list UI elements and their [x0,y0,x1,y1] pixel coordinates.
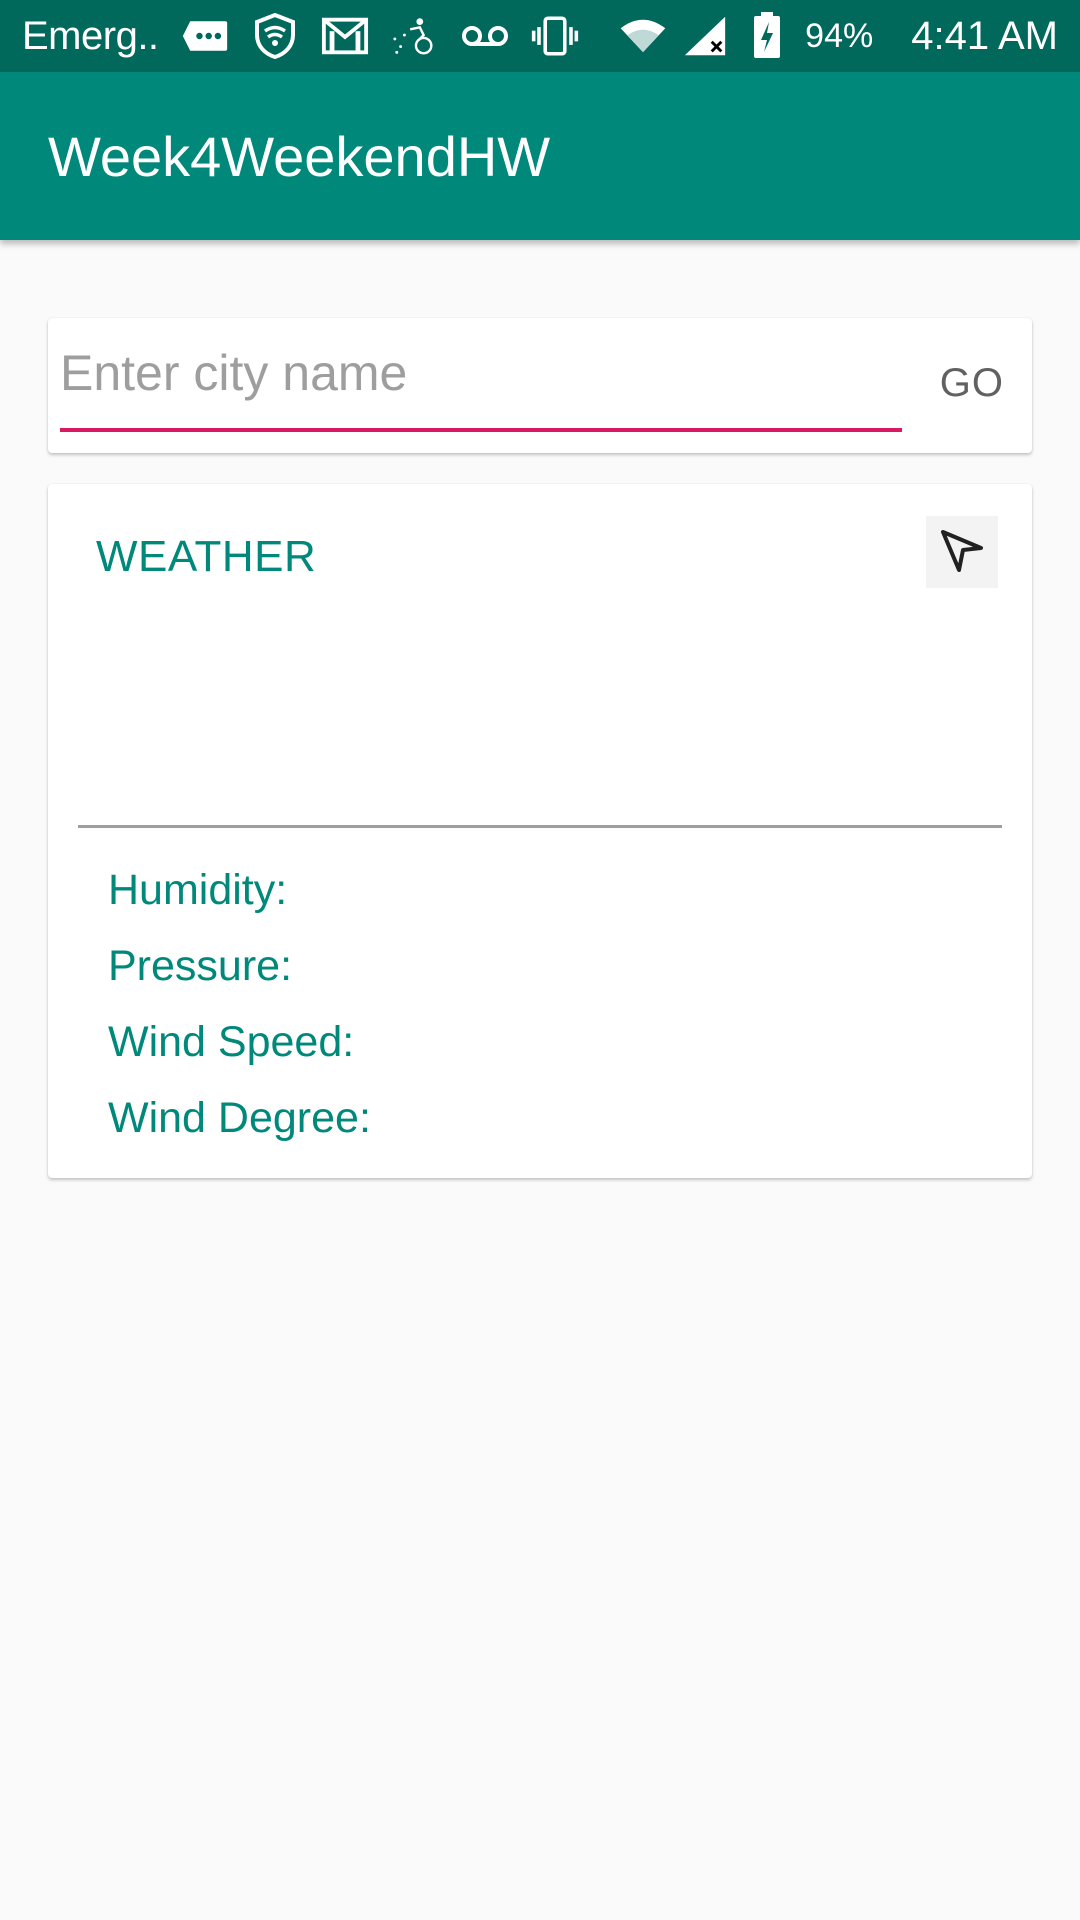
go-button[interactable]: GO [910,348,1010,418]
voicemail-icon [461,12,509,60]
humidity-label: Humidity: [108,866,288,914]
weather-card: WEATHER Humidity: Pressure: Wind Speed: … [48,484,1032,1178]
status-left: Emerg.. [22,12,579,60]
shield-icon [251,12,299,60]
signal-icon [681,12,729,60]
wifi-icon [619,12,667,60]
app-bar: Week4WeekendHW [0,72,1080,240]
wind-speed-label: Wind Speed: [108,1018,355,1066]
status-bar: Emerg.. 94% 4:41 AM [0,0,1080,72]
message-icon [181,12,229,60]
gmail-icon [321,12,369,60]
weather-title: WEATHER [96,532,317,581]
battery-charging-icon [743,12,791,60]
pressure-label: Pressure: [108,942,293,990]
wind-degree-label: Wind Degree: [108,1094,371,1142]
app-title: Week4WeekendHW [48,124,551,188]
status-right: 94% 4:41 AM [619,12,1058,60]
carrier-label: Emerg.. [22,13,159,58]
city-name-input[interactable] [60,338,902,408]
navigation-arrow-icon [939,528,985,577]
battery-percent: 94% [805,16,874,55]
bike-icon [391,12,439,60]
vibrate-icon [531,12,579,60]
clock: 4:41 AM [911,13,1058,58]
location-button[interactable] [926,516,998,588]
divider [78,825,1002,828]
input-underline [60,428,902,432]
search-card: GO [48,318,1032,453]
